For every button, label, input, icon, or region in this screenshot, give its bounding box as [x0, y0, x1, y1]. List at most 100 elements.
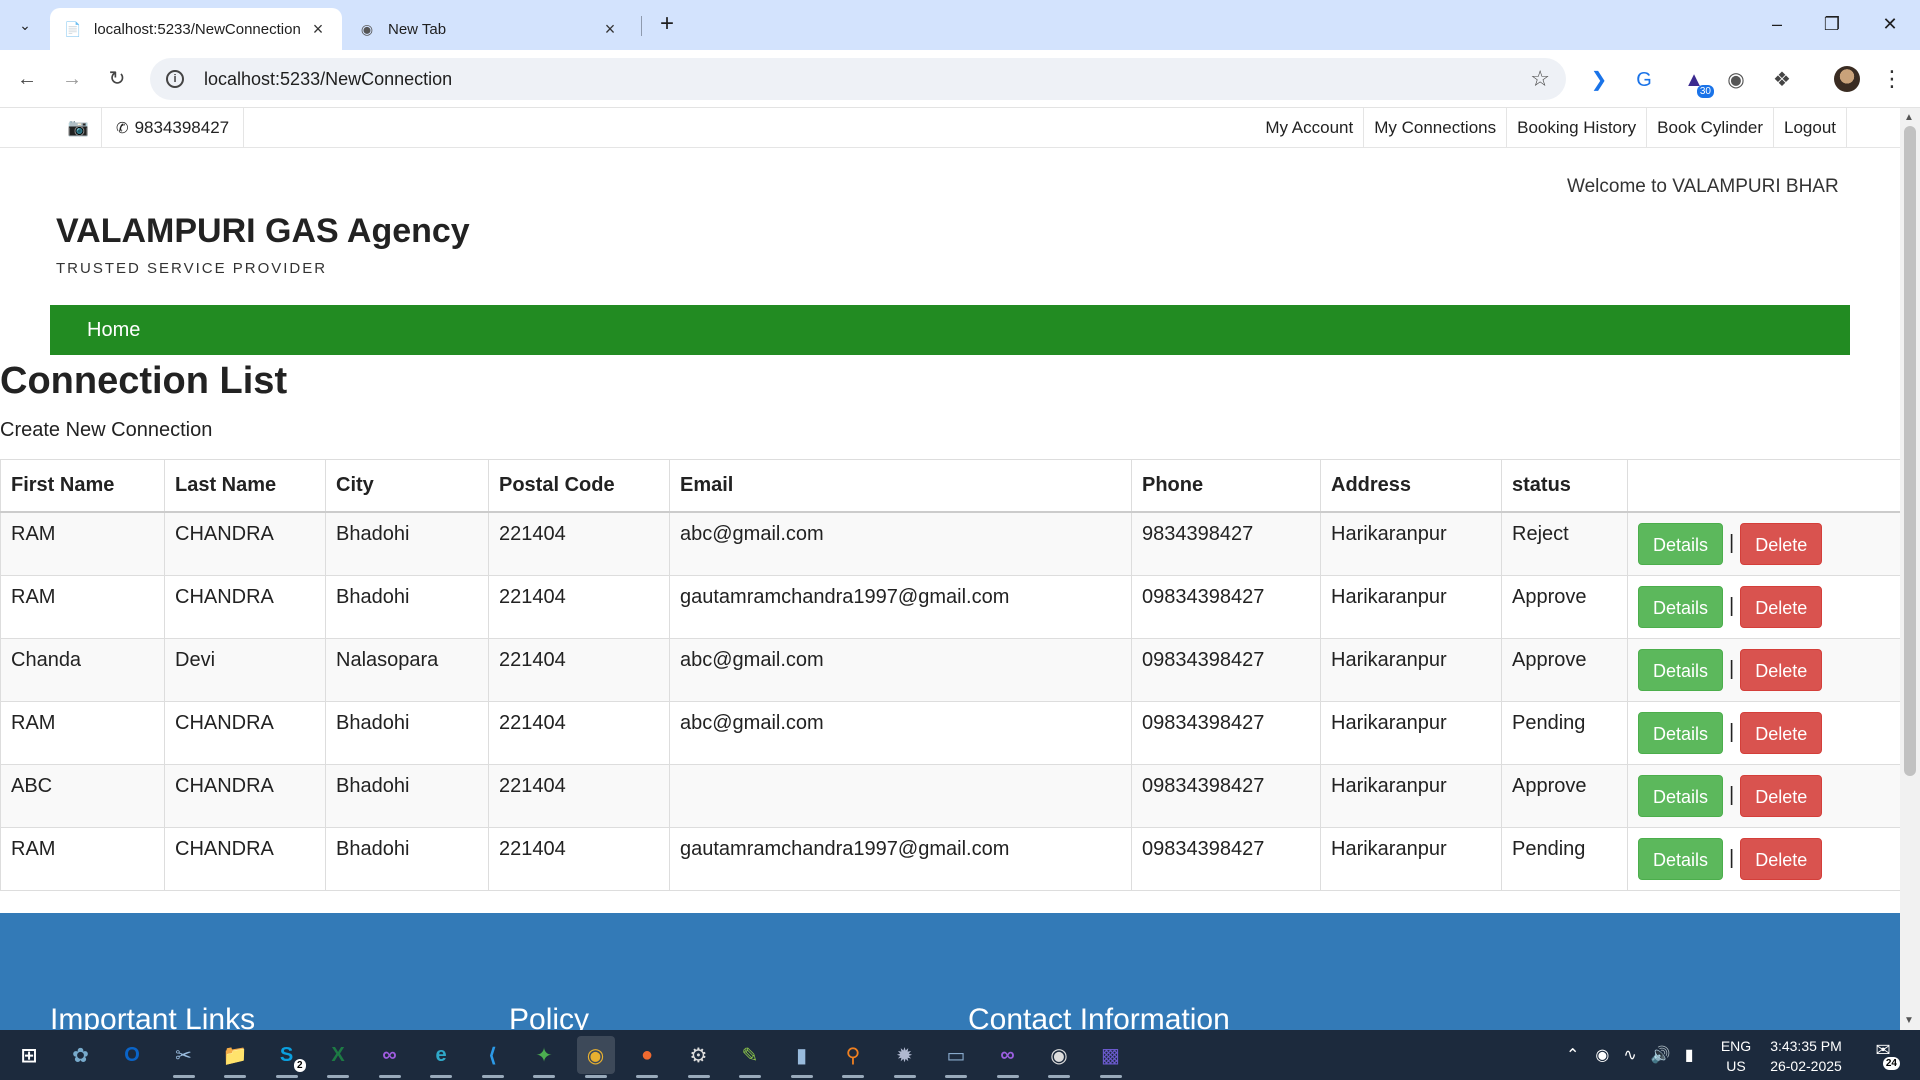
delete-button[interactable]: Delete	[1740, 648, 1823, 691]
nav-my-connections[interactable]: My Connections	[1363, 108, 1506, 148]
back-arrow-icon[interactable]: ←	[10, 62, 44, 96]
volume-icon[interactable]: 🔊	[1651, 1045, 1671, 1065]
running-indicator	[275, 1075, 298, 1078]
address-bar[interactable]: i localhost:5233/NewConnection ☆	[150, 58, 1566, 100]
clock[interactable]: 3:43:35 PM 26-02-2025	[1768, 1036, 1844, 1076]
scroll-thumb[interactable]	[1904, 126, 1916, 776]
table-cell: CHANDRA	[164, 574, 326, 639]
delete-button[interactable]: Delete	[1740, 585, 1823, 628]
site-info-icon[interactable]: i	[166, 70, 184, 88]
sticky-icon[interactable]: ▮	[783, 1036, 821, 1078]
chrome-menu-icon[interactable]: ⋮	[1880, 62, 1904, 96]
skype-icon[interactable]: S2	[268, 1036, 306, 1078]
minimize-icon[interactable]: –	[1757, 8, 1797, 40]
academic-cap-icon[interactable]: ▲ 30	[1680, 66, 1714, 98]
excel-icon[interactable]: X	[319, 1036, 357, 1078]
search-app-icon[interactable]: ⚲	[834, 1036, 872, 1078]
visual-studio-icon[interactable]: ∞	[371, 1036, 409, 1078]
new-tab-plus-icon[interactable]: +	[652, 10, 682, 40]
details-button[interactable]: Details	[1638, 774, 1724, 817]
compass-icon[interactable]: ✹	[886, 1036, 924, 1078]
wifi-icon[interactable]: ∿	[1623, 1045, 1636, 1065]
page-title: Connection List	[0, 360, 288, 402]
table-cell: CHANDRA	[164, 826, 326, 891]
file-explorer-icon[interactable]: 📁	[216, 1036, 254, 1078]
tab-inactive[interactable]: ◉ New Tab ×	[344, 8, 634, 50]
details-button[interactable]: Details	[1638, 711, 1724, 754]
settings-icon[interactable]: ⚙	[680, 1036, 718, 1078]
mongodb-icon[interactable]: ✦	[525, 1036, 563, 1078]
forward-arrow-icon[interactable]: →	[55, 62, 89, 96]
nav-logout[interactable]: Logout	[1773, 108, 1846, 148]
table-cell: Bhadohi	[325, 574, 489, 639]
delete-button[interactable]: Delete	[1740, 837, 1823, 880]
table-cell: CHANDRA	[164, 700, 326, 765]
table-cell: 221404	[488, 511, 670, 576]
terminal-icon[interactable]: ▩	[1092, 1036, 1130, 1078]
privacy-shield-icon[interactable]: ◉	[1722, 66, 1750, 94]
nav-book-cylinder[interactable]: Book Cylinder	[1646, 108, 1773, 148]
nav-booking-history[interactable]: Booking History	[1506, 108, 1646, 148]
table-cell: Bhadohi	[325, 826, 489, 891]
tab-active[interactable]: 📄 localhost:5233/NewConnection ×	[50, 8, 342, 50]
table-cell: Bhadohi	[325, 763, 489, 828]
column-header: Postal Code	[488, 459, 670, 513]
details-button[interactable]: Details	[1638, 837, 1724, 880]
details-button[interactable]: Details	[1638, 522, 1724, 565]
snipping-icon[interactable]: ✂	[165, 1036, 203, 1078]
create-new-connection-link[interactable]: Create New Connection	[0, 419, 212, 442]
table-cell: Harikaranpur	[1320, 763, 1502, 828]
page-viewport: 📷 ✆ 9834398427 My Account My Connections…	[0, 108, 1900, 1030]
address-url[interactable]: localhost:5233/NewConnection	[204, 69, 1530, 90]
start-icon[interactable]: ⊞	[10, 1036, 48, 1074]
running-indicator	[430, 1075, 452, 1078]
outlook-icon[interactable]: O	[113, 1036, 151, 1074]
tab-search-chevron-icon[interactable]: ⌄	[10, 10, 40, 40]
notification-center-icon[interactable]: ✉ 24	[1866, 1040, 1900, 1070]
reload-icon[interactable]: ↻	[100, 62, 134, 96]
puzzle-icon[interactable]: ❖	[1768, 66, 1796, 94]
translate-icon[interactable]: G	[1630, 66, 1658, 94]
table-cell: Approve	[1501, 574, 1628, 639]
action-separator: |	[1729, 721, 1735, 743]
notepad-icon[interactable]: ✎	[731, 1036, 769, 1078]
details-button[interactable]: Details	[1638, 585, 1724, 628]
edge-icon[interactable]: e	[422, 1036, 460, 1078]
close-tab-icon[interactable]: ×	[600, 19, 620, 40]
chrome-icon[interactable]: ◉	[576, 1036, 615, 1078]
running-indicator	[533, 1075, 555, 1078]
close-window-icon[interactable]: ✕	[1870, 8, 1910, 40]
defender-icon[interactable]: ◉	[1595, 1045, 1609, 1065]
scroll-up-arrow-icon[interactable]: ▲	[1904, 112, 1914, 123]
reading-mode-icon[interactable]: ❯	[1585, 66, 1613, 94]
folder-app-icon[interactable]: ▭	[937, 1036, 975, 1078]
details-button[interactable]: Details	[1638, 648, 1724, 691]
table-cell: 09834398427	[1131, 637, 1321, 702]
column-header: status	[1501, 459, 1628, 513]
table-cell: RAM	[0, 826, 165, 891]
profile-avatar[interactable]	[1834, 66, 1860, 92]
vscode-icon[interactable]: ⟨	[474, 1036, 512, 1078]
tray-chevron-up-icon[interactable]: ⌃	[1566, 1045, 1579, 1065]
nav-home[interactable]: Home	[87, 305, 140, 355]
page-scrollbar[interactable]: ▲ ▼	[1900, 108, 1920, 1030]
postman-icon[interactable]: ●	[628, 1036, 666, 1078]
site-footer: Important Links Policy Contact Informati…	[0, 913, 1900, 1030]
delete-button[interactable]: Delete	[1740, 774, 1823, 817]
restore-icon[interactable]: ❐	[1812, 8, 1852, 40]
battery-icon[interactable]: ▮	[1685, 1045, 1694, 1065]
table-row: RAM CHANDRA Bhadohi 221404 abc@gmail.com 9834…	[0, 511, 1900, 576]
extension-badge: 30	[1696, 85, 1714, 98]
delete-button[interactable]: Delete	[1740, 711, 1823, 754]
vs-purple-icon[interactable]: ∞	[989, 1036, 1027, 1078]
delete-button[interactable]: Delete	[1740, 522, 1823, 565]
nav-my-account[interactable]: My Account	[1255, 108, 1363, 148]
bookmark-star-icon[interactable]: ☆	[1530, 66, 1550, 92]
close-tab-icon[interactable]: ×	[308, 19, 328, 40]
copilot-icon[interactable]: ✿	[62, 1036, 100, 1074]
scroll-down-arrow-icon[interactable]: ▼	[1904, 1015, 1914, 1026]
site-brand[interactable]: VALAMPURI GAS Agency	[56, 212, 470, 251]
obs-icon[interactable]: ◉	[1040, 1036, 1078, 1078]
language-indicator[interactable]: ENG US	[1718, 1036, 1754, 1076]
table-cell: ABC	[0, 763, 165, 828]
